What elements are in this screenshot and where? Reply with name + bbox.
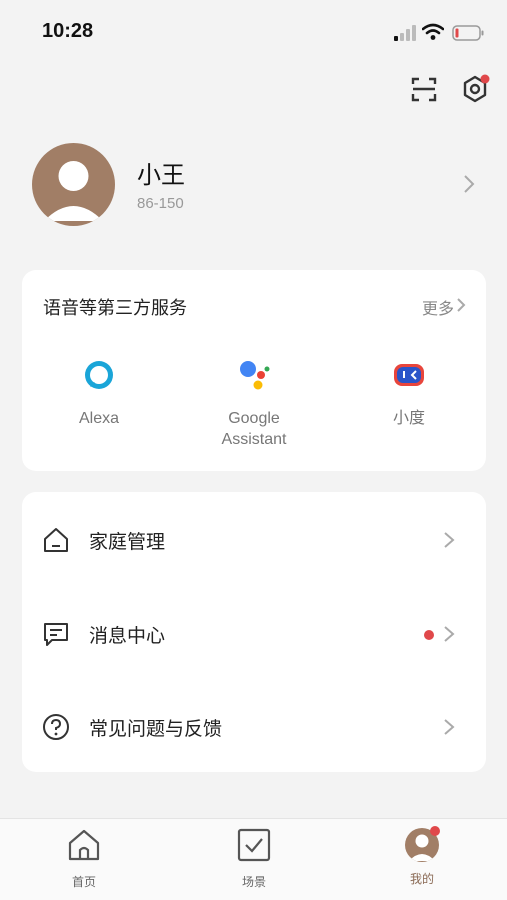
settings-badge bbox=[480, 74, 490, 84]
menu-item-label: 常见问题与反馈 bbox=[89, 718, 223, 740]
service-label: Google Assistant bbox=[221, 410, 287, 448]
user-id: 86-150 bbox=[137, 195, 184, 212]
profile-header[interactable]: 小王 86-150 bbox=[0, 136, 507, 232]
menu-item-label: 消息中心 bbox=[89, 625, 166, 647]
xiaodu-icon bbox=[394, 364, 424, 386]
service-alexa[interactable]: Alexa bbox=[29, 358, 169, 429]
menu-item-home-management[interactable]: 家庭管理 bbox=[22, 504, 486, 574]
chevron-right-icon bbox=[444, 719, 455, 735]
tab-avatar-wrap bbox=[404, 826, 440, 864]
scan-button[interactable] bbox=[407, 72, 441, 106]
user-name: 小王 bbox=[137, 161, 185, 189]
menu-card: 家庭管理 消息中心 常见问题与反馈 bbox=[22, 492, 486, 772]
google-assistant-icon bbox=[240, 361, 270, 390]
status-time: 10:28 bbox=[42, 20, 94, 42]
avatar[interactable] bbox=[32, 143, 115, 226]
tab-label: 首页 bbox=[71, 875, 96, 889]
tab-badge bbox=[430, 826, 440, 836]
chevron-right-icon bbox=[464, 175, 475, 193]
menu-item-label: 家庭管理 bbox=[89, 531, 166, 553]
service-google-assistant[interactable]: Google Assistant bbox=[184, 358, 324, 450]
settings-button[interactable] bbox=[458, 72, 492, 106]
tab-label: 我的 bbox=[409, 872, 434, 886]
scan-icon bbox=[411, 77, 437, 102]
battery-icon bbox=[452, 25, 484, 41]
alexa-icon bbox=[85, 361, 113, 389]
tab-scene[interactable]: 场景 bbox=[204, 827, 304, 890]
help-icon bbox=[43, 714, 69, 740]
status-bar: 10:28 bbox=[0, 0, 507, 64]
message-icon bbox=[44, 623, 68, 646]
settings-icon bbox=[463, 74, 490, 103]
home-tab-icon bbox=[68, 829, 100, 861]
tab-mine[interactable]: 我的 bbox=[372, 826, 472, 887]
avatar-icon bbox=[44, 161, 103, 221]
tab-label: 场景 bbox=[241, 875, 266, 889]
menu-item-message-center[interactable]: 消息中心 bbox=[22, 598, 486, 668]
scene-check-icon bbox=[237, 828, 271, 862]
third-party-services-card: 语音等第三方服务 更多 Alexa Google Assistant 小度 bbox=[22, 270, 486, 471]
chevron-right-icon[interactable] bbox=[456, 297, 466, 313]
wifi-icon bbox=[422, 23, 444, 40]
tab-home[interactable]: 首页 bbox=[34, 827, 134, 890]
services-more-link[interactable]: 更多 bbox=[422, 295, 454, 319]
service-label: 小度 bbox=[392, 410, 425, 427]
service-label: Alexa bbox=[78, 410, 120, 427]
menu-item-faq-feedback[interactable]: 常见问题与反馈 bbox=[22, 691, 486, 761]
service-xiaodu[interactable]: 小度 bbox=[339, 358, 479, 429]
chevron-right-icon bbox=[444, 626, 455, 642]
bottom-tab-bar: 首页 场景 我的 bbox=[0, 818, 507, 900]
home-icon bbox=[44, 528, 68, 552]
services-title: 语音等第三方服务 bbox=[43, 298, 187, 319]
chevron-right-icon bbox=[444, 532, 455, 548]
cellular-signal-icon bbox=[394, 25, 416, 41]
unread-dot bbox=[424, 630, 434, 640]
